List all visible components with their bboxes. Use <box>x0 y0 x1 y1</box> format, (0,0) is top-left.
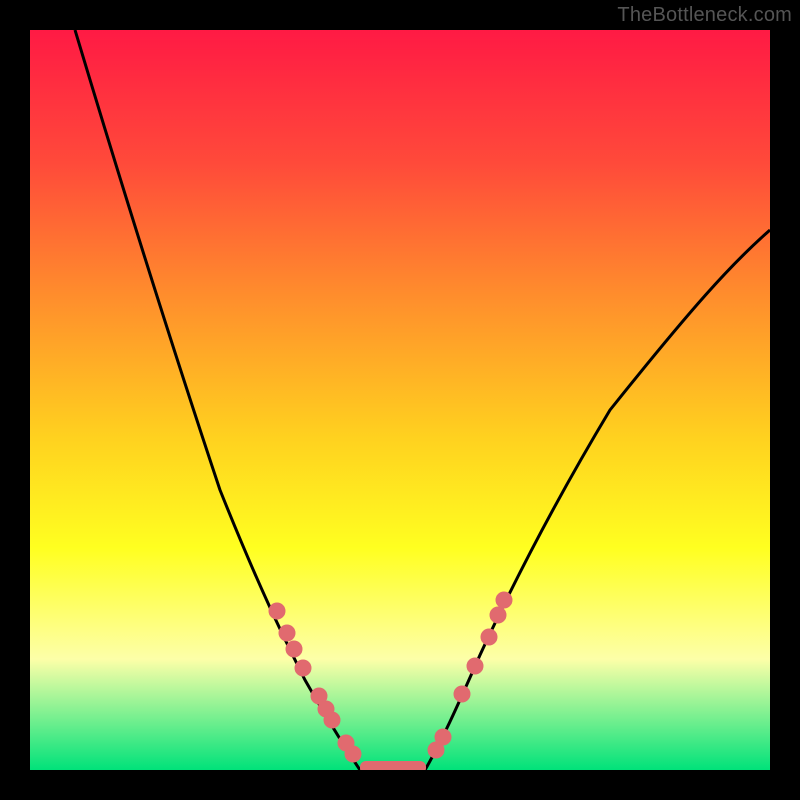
chart-svg <box>30 30 770 770</box>
data-dot <box>295 660 311 676</box>
data-dot <box>345 746 361 762</box>
curve-right <box>425 230 770 770</box>
data-dot <box>279 625 295 641</box>
data-dot <box>435 729 451 745</box>
data-dot <box>324 712 340 728</box>
data-dot <box>269 603 285 619</box>
plot-area <box>30 30 770 770</box>
data-dot <box>286 641 302 657</box>
valley-floor-bar <box>360 761 426 770</box>
data-dot <box>454 686 470 702</box>
data-dot <box>496 592 512 608</box>
data-dot <box>467 658 483 674</box>
data-dot <box>490 607 506 623</box>
data-dot <box>481 629 497 645</box>
dots-group <box>269 592 512 762</box>
outer-frame: TheBottleneck.com <box>0 0 800 800</box>
curve-left <box>75 30 360 770</box>
watermark-text: TheBottleneck.com <box>617 4 792 27</box>
